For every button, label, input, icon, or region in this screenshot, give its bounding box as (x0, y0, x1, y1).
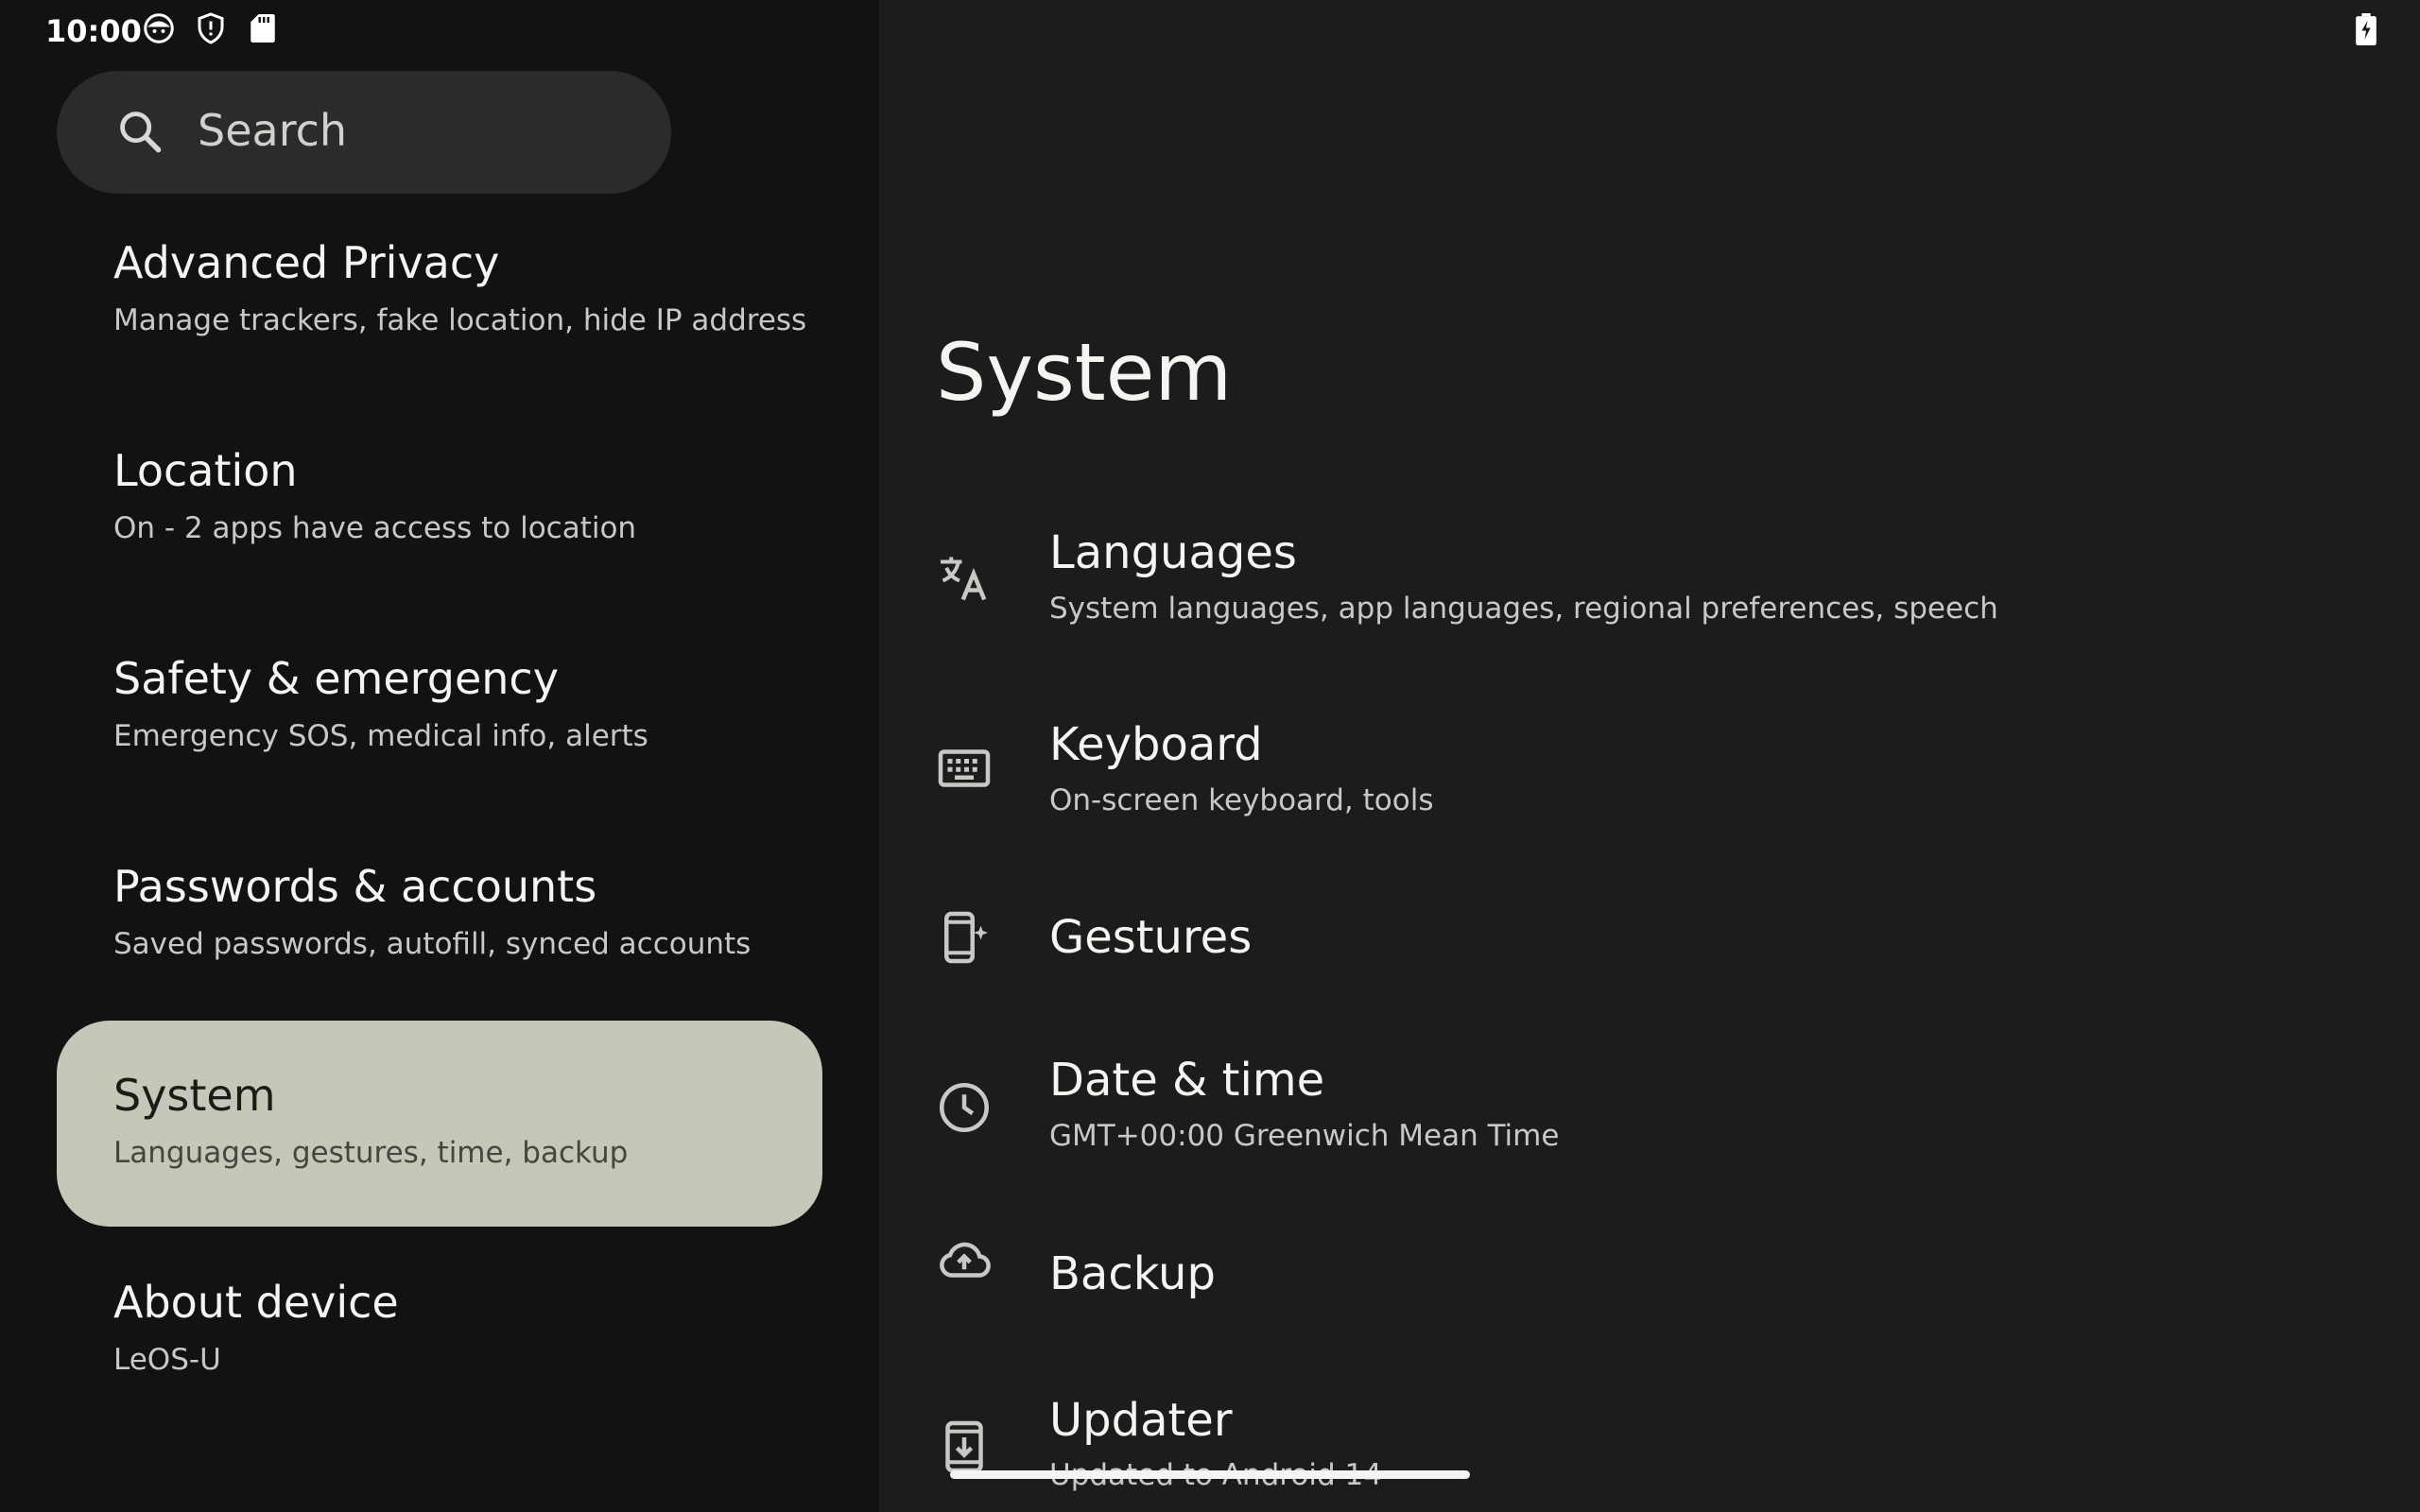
face-notification-icon (144, 13, 174, 43)
search-icon (120, 112, 162, 153)
pref-title: Date & time (1049, 1054, 1325, 1107)
cloud-upload-icon (940, 1242, 991, 1278)
sidebar-item-title: Passwords & accounts (113, 861, 597, 912)
battery-charging-icon (2356, 13, 2377, 45)
clock-icon (940, 1083, 989, 1132)
sidebar-item-subtitle: Saved passwords, autofill, synced accoun… (113, 927, 752, 961)
sidebar-item-subtitle: Emergency SOS, medical info, alerts (113, 719, 648, 753)
pref-languages[interactable]: Languages System languages, app language… (908, 501, 2382, 690)
gesture-navigation-handle[interactable] (950, 1470, 1470, 1479)
pref-gestures[interactable]: Gestures (908, 850, 2382, 1040)
sidebar-item-subtitle: LeOS-U (113, 1343, 221, 1377)
sidebar-item-subtitle: On - 2 apps have access to location (113, 511, 637, 545)
sidebar-item-subtitle: Languages, gestures, time, backup (113, 1136, 629, 1170)
status-bar: 10:00 (0, 0, 2420, 60)
sidebar-item-subtitle: Manage trackers, fake location, hide IP … (113, 303, 807, 337)
sidebar-item-title: About device (113, 1277, 399, 1328)
sidebar-item-title: Advanced Privacy (113, 237, 500, 288)
search-bar[interactable]: Search (57, 71, 671, 194)
status-time: 10:00 (45, 13, 142, 49)
sidebar-item-advanced-privacy[interactable]: Advanced Privacy Manage trackers, fake l… (57, 203, 822, 409)
pref-title: Keyboard (1049, 718, 1263, 771)
sidebar-item-title: System (113, 1070, 276, 1121)
sidebar-item-title: Location (113, 445, 298, 496)
system-update-icon (945, 1420, 983, 1473)
translate-icon (941, 557, 987, 601)
pref-updater[interactable]: Updater Updated to Android 14 (908, 1375, 2382, 1512)
sidebar-item-safety-emergency[interactable]: Safety & emergency Emergency SOS, medica… (57, 619, 822, 825)
gesture-phone-icon (944, 911, 988, 964)
shield-icon (198, 12, 224, 44)
sidebar-item-passwords-accounts[interactable]: Passwords & accounts Saved passwords, au… (57, 827, 822, 1033)
sd-card-icon (251, 14, 275, 43)
sidebar-item-system[interactable]: System Languages, gestures, time, backup (57, 1021, 822, 1227)
search-placeholder: Search (198, 105, 348, 156)
sidebar-item-title: Safety & emergency (113, 653, 559, 704)
sidebar-item-location[interactable]: Location On - 2 apps have access to loca… (57, 411, 822, 617)
pref-title: Gestures (1049, 911, 1253, 964)
pref-subtitle: System languages, app languages, regiona… (1049, 592, 1998, 626)
page-title: System (936, 326, 1233, 419)
keyboard-icon (938, 749, 991, 787)
pref-title: Backup (1049, 1247, 1216, 1300)
pref-title: Updater (1049, 1394, 1233, 1447)
pref-subtitle: GMT+00:00 Greenwich Mean Time (1049, 1119, 1560, 1153)
pref-title: Languages (1049, 526, 1297, 579)
pref-backup[interactable]: Backup (908, 1186, 2382, 1375)
sidebar-item-about-device[interactable]: About device LeOS-U (57, 1243, 822, 1449)
pref-subtitle: On-screen keyboard, tools (1049, 783, 1434, 817)
